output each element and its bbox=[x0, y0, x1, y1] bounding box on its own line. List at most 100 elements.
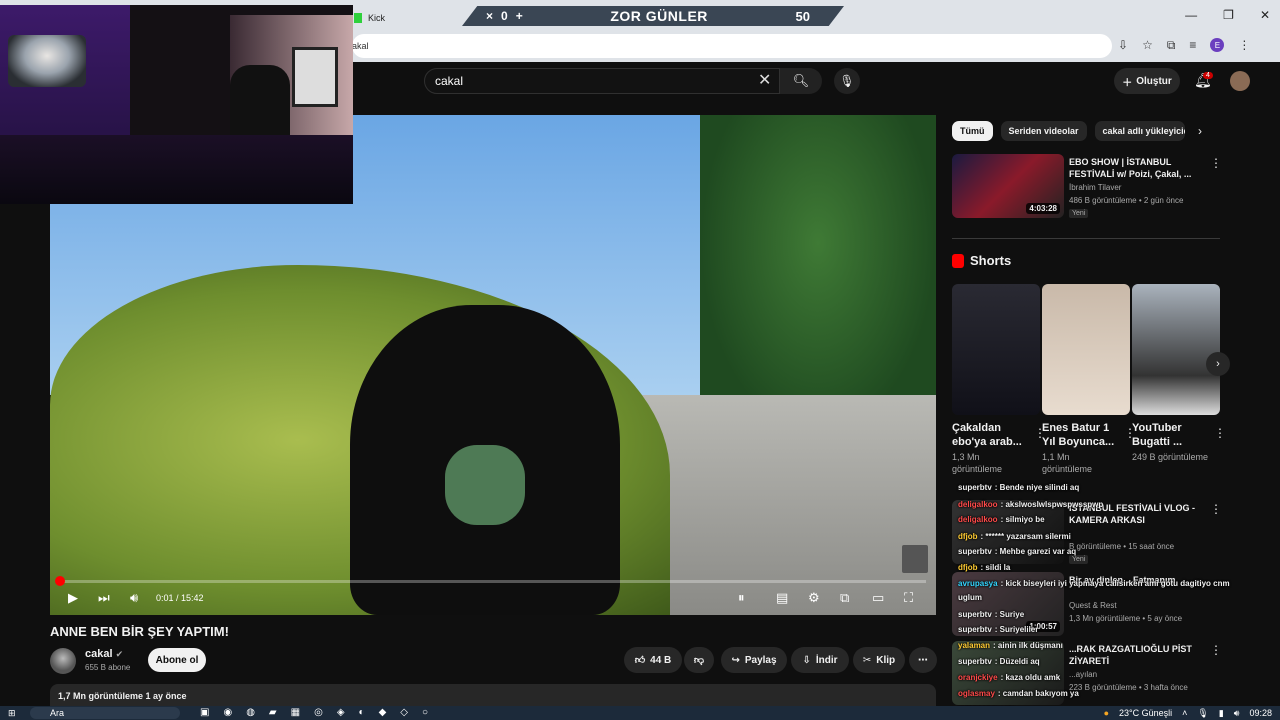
channel-name[interactable]: cakal ✔ bbox=[85, 648, 123, 660]
next-icon[interactable]: ⏭ bbox=[98, 590, 110, 606]
channel-avatar[interactable] bbox=[50, 648, 76, 674]
chat-username[interactable]: deligalkoo bbox=[958, 500, 998, 509]
chrome-icon[interactable]: ◎ bbox=[314, 706, 323, 720]
share-button[interactable]: ↪ Paylaş bbox=[721, 647, 787, 673]
bookmark-star-icon[interactable]: ☆ bbox=[1142, 38, 1153, 53]
search-icon: 🔍︎ bbox=[792, 73, 810, 88]
chat-username[interactable]: oglasmay bbox=[958, 689, 995, 698]
chat-text: : Suriye bbox=[994, 610, 1025, 619]
short-views: 1,1 Mn görüntüleme bbox=[1042, 452, 1093, 474]
chip-all[interactable]: Tümü bbox=[952, 121, 993, 141]
store-icon[interactable]: ▦ bbox=[291, 706, 300, 720]
chat-username[interactable]: avrupasya bbox=[958, 579, 998, 588]
video-frame-tattoo bbox=[445, 445, 525, 525]
autoplay-toggle-icon[interactable]: ⏸ bbox=[738, 590, 745, 606]
browser-menu-icon[interactable]: ⋮ bbox=[1238, 38, 1250, 53]
chat-message: avrupasya: kick biseyleri iyi yapmaya ca… bbox=[958, 579, 1230, 588]
app-icon[interactable]: ◆ bbox=[379, 706, 387, 720]
chat-username[interactable]: superbtv bbox=[958, 483, 992, 492]
clip-button[interactable]: ✂ Klip bbox=[853, 647, 905, 673]
voice-search-button[interactable]: 🎙︎ bbox=[834, 68, 860, 94]
chat-message: dfjob: sildi la bbox=[958, 563, 1010, 572]
clear-search-icon[interactable]: ✕ bbox=[758, 70, 771, 90]
discord-icon[interactable]: ◈ bbox=[337, 706, 345, 720]
clock[interactable]: 09:28 bbox=[1249, 706, 1272, 720]
create-button[interactable]: ＋ Oluştur bbox=[1114, 68, 1180, 94]
media-control-icon[interactable]: ≡ bbox=[1189, 38, 1196, 53]
edge-icon[interactable]: ◍ bbox=[246, 706, 255, 720]
short-item[interactable]: Enes Batur 1 Yıl Boyunca... 1,1 Mn görün… bbox=[1042, 284, 1136, 475]
chat-message: deligalkoo: akslwoslwlspwspwsspwp bbox=[958, 500, 1103, 509]
score-overlay: × 0 + ZOR GÜNLER 50 bbox=[462, 6, 844, 26]
shorts-next-button[interactable]: › bbox=[1206, 352, 1230, 376]
app-icon[interactable]: ◇ bbox=[400, 706, 408, 720]
minimize-button[interactable]: — bbox=[1185, 8, 1197, 22]
chat-username[interactable]: superbtv bbox=[958, 547, 992, 556]
speaker-icon[interactable]: 🔊︎ bbox=[1234, 706, 1240, 720]
search-input[interactable]: cakal bbox=[424, 68, 780, 94]
search-button[interactable]: 🔍︎ bbox=[780, 68, 822, 94]
divider bbox=[952, 238, 1220, 239]
chat-username[interactable]: uglum bbox=[958, 593, 982, 602]
more-vertical-icon[interactable]: ⋮ bbox=[1214, 426, 1226, 440]
webcam-overlay bbox=[0, 5, 353, 204]
short-item[interactable]: YouTuber Bugatti ... 249 B görüntüleme ⋮ bbox=[1132, 284, 1226, 463]
settings-gear-icon[interactable]: ⚙ bbox=[808, 590, 820, 606]
more-actions-button[interactable]: ⋯ bbox=[909, 647, 937, 673]
play-icon[interactable]: ▶ bbox=[68, 590, 78, 606]
fullscreen-icon[interactable]: ⛶ bbox=[904, 590, 913, 606]
subscribe-button[interactable]: Abone ol bbox=[148, 648, 206, 672]
chat-text: : ****** yazarsam silermi bbox=[980, 532, 1071, 541]
short-thumbnail bbox=[1042, 284, 1130, 415]
chat-username[interactable]: superbtv bbox=[958, 625, 992, 634]
chip-series[interactable]: Seriden videolar bbox=[1000, 121, 1087, 141]
chat-username[interactable]: yalaman bbox=[958, 641, 990, 650]
file-explorer-icon[interactable]: ▰ bbox=[269, 706, 277, 720]
chat-username[interactable]: dfjob bbox=[958, 563, 978, 572]
user-avatar[interactable] bbox=[1230, 71, 1250, 91]
spotify-icon[interactable]: ◐ bbox=[359, 706, 365, 720]
verified-icon: ✔ bbox=[115, 649, 124, 659]
theater-mode-icon[interactable]: ▭ bbox=[872, 590, 884, 606]
chat-text: : Mehbe garezi var aq bbox=[994, 547, 1077, 556]
chevron-right-icon[interactable]: › bbox=[1198, 124, 1202, 138]
app-icon[interactable]: ○ bbox=[422, 706, 428, 720]
tray-chevron-icon[interactable]: ˄ bbox=[1182, 706, 1187, 720]
more-vertical-icon[interactable]: ⋮ bbox=[1210, 156, 1222, 170]
chat-username[interactable]: oranjckiye bbox=[958, 673, 998, 682]
extensions-icon[interactable]: ⧉ bbox=[1167, 38, 1176, 53]
download-button[interactable]: ⇩ İndir bbox=[791, 647, 849, 673]
copilot-icon[interactable]: ◉ bbox=[223, 706, 232, 720]
volume-icon[interactable]: 🔊︎ bbox=[130, 590, 138, 606]
taskbar-search[interactable]: Ara bbox=[30, 707, 180, 719]
webcam-desk bbox=[0, 135, 353, 204]
address-bar[interactable]: akal bbox=[352, 34, 1112, 58]
chat-username[interactable]: dfjob bbox=[958, 532, 978, 541]
description-box[interactable]: 1,7 Mn görüntüleme 1 ay önce bbox=[50, 684, 936, 706]
chip-uploader[interactable]: cakal adlı yükleyiciden bbox=[1094, 121, 1185, 141]
duration-badge: 4:03:28 bbox=[1026, 203, 1060, 214]
progress-scrubber[interactable] bbox=[55, 576, 65, 586]
profile-avatar-icon[interactable]: E bbox=[1210, 38, 1225, 52]
time-display: 0:01 / 15:42 bbox=[156, 593, 204, 603]
chat-username[interactable]: deligalkoo bbox=[958, 515, 998, 524]
chat-text: : Bende niye silindi aq bbox=[994, 483, 1080, 492]
recommendation-item[interactable]: 4:03:28 EBO SHOW | İSTANBUL FESTİVALİ w/… bbox=[952, 154, 1222, 218]
miniplayer-icon[interactable]: ⧉ bbox=[840, 590, 849, 606]
microphone-icon[interactable]: 🎙︎ bbox=[1197, 706, 1208, 720]
chat-username[interactable]: superbtv bbox=[958, 610, 992, 619]
maximize-button[interactable]: ❐ bbox=[1223, 8, 1234, 22]
task-view-icon[interactable]: ▣ bbox=[200, 706, 209, 720]
shorts-heading: Shorts bbox=[952, 253, 1011, 268]
windows-start-icon[interactable]: ⊞ bbox=[8, 706, 16, 720]
close-window-button[interactable]: ✕ bbox=[1260, 8, 1270, 22]
dislike-button[interactable]: 👎︎ bbox=[684, 647, 714, 673]
like-button[interactable]: 👍︎ 44 B bbox=[624, 647, 682, 673]
network-icon[interactable]: ▮ bbox=[1219, 706, 1224, 720]
chat-username[interactable]: superbtv bbox=[958, 657, 992, 666]
browser-tab[interactable]: Kick bbox=[352, 6, 472, 30]
progress-track[interactable] bbox=[60, 580, 926, 583]
install-app-icon[interactable]: ⇩ bbox=[1118, 38, 1128, 53]
subtitles-icon[interactable]: ▤ bbox=[776, 590, 788, 606]
short-item[interactable]: Çakaldan ebo'ya arab... 1,3 Mn görüntüle… bbox=[952, 284, 1046, 475]
